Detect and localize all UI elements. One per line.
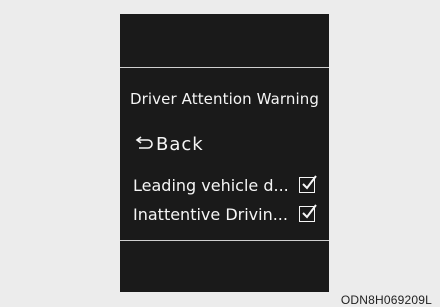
menu-item-label: Leading vehicle d... [133, 175, 289, 195]
checkmark-icon [302, 175, 317, 190]
top-divider [120, 67, 329, 68]
figure-code: ODN8H069209L [340, 293, 432, 307]
bottom-divider [120, 240, 329, 241]
menu-item-label: Inattentive Drivin... [133, 204, 288, 224]
back-arrow-icon [133, 136, 155, 152]
back-label: Back [156, 133, 204, 155]
back-button[interactable]: Back [133, 132, 204, 156]
checkbox[interactable] [299, 204, 317, 222]
checkbox[interactable] [299, 175, 317, 193]
menu-item-inattentive-driving[interactable]: Inattentive Drivin... [133, 201, 323, 227]
menu-item-leading-vehicle[interactable]: Leading vehicle d... [133, 172, 323, 198]
screen-title: Driver Attention Warning [130, 90, 319, 108]
cluster-display: Driver Attention Warning Back Leading ve… [120, 14, 329, 292]
checkmark-icon [302, 204, 317, 219]
